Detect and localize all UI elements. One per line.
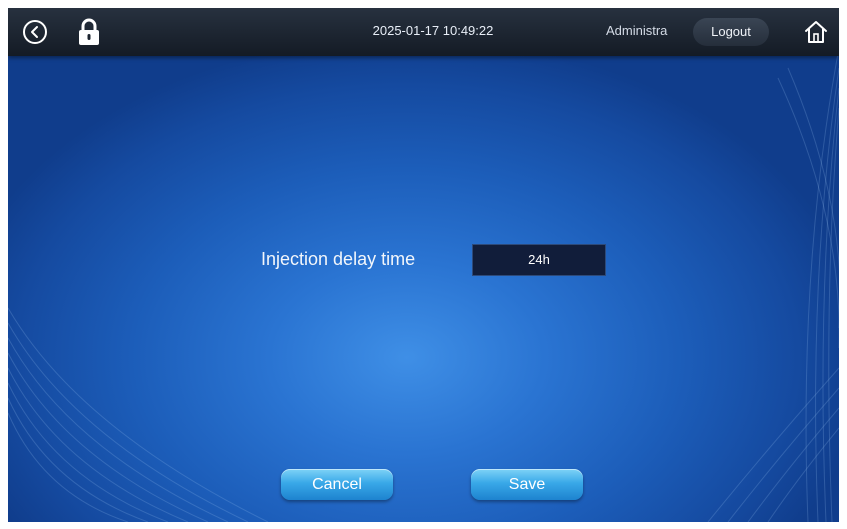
cancel-button[interactable]: Cancel [281,469,393,500]
logout-button[interactable]: Logout [693,18,769,46]
datetime-display: 2025-01-17 10:49:22 [372,23,494,38]
screen: 2025-01-17 10:49:22 Administra Logout In… [8,8,839,522]
top-bar: 2025-01-17 10:49:22 Administra Logout [8,8,839,56]
injection-delay-input[interactable]: 24h [472,244,606,276]
save-button[interactable]: Save [471,469,583,500]
user-name: Administra [606,23,668,38]
lock-icon[interactable] [76,18,102,45]
home-icon[interactable] [803,19,829,45]
background-swirl-pattern [8,47,839,522]
back-icon[interactable] [22,19,48,45]
injection-delay-label: Injection delay time [261,249,416,269]
